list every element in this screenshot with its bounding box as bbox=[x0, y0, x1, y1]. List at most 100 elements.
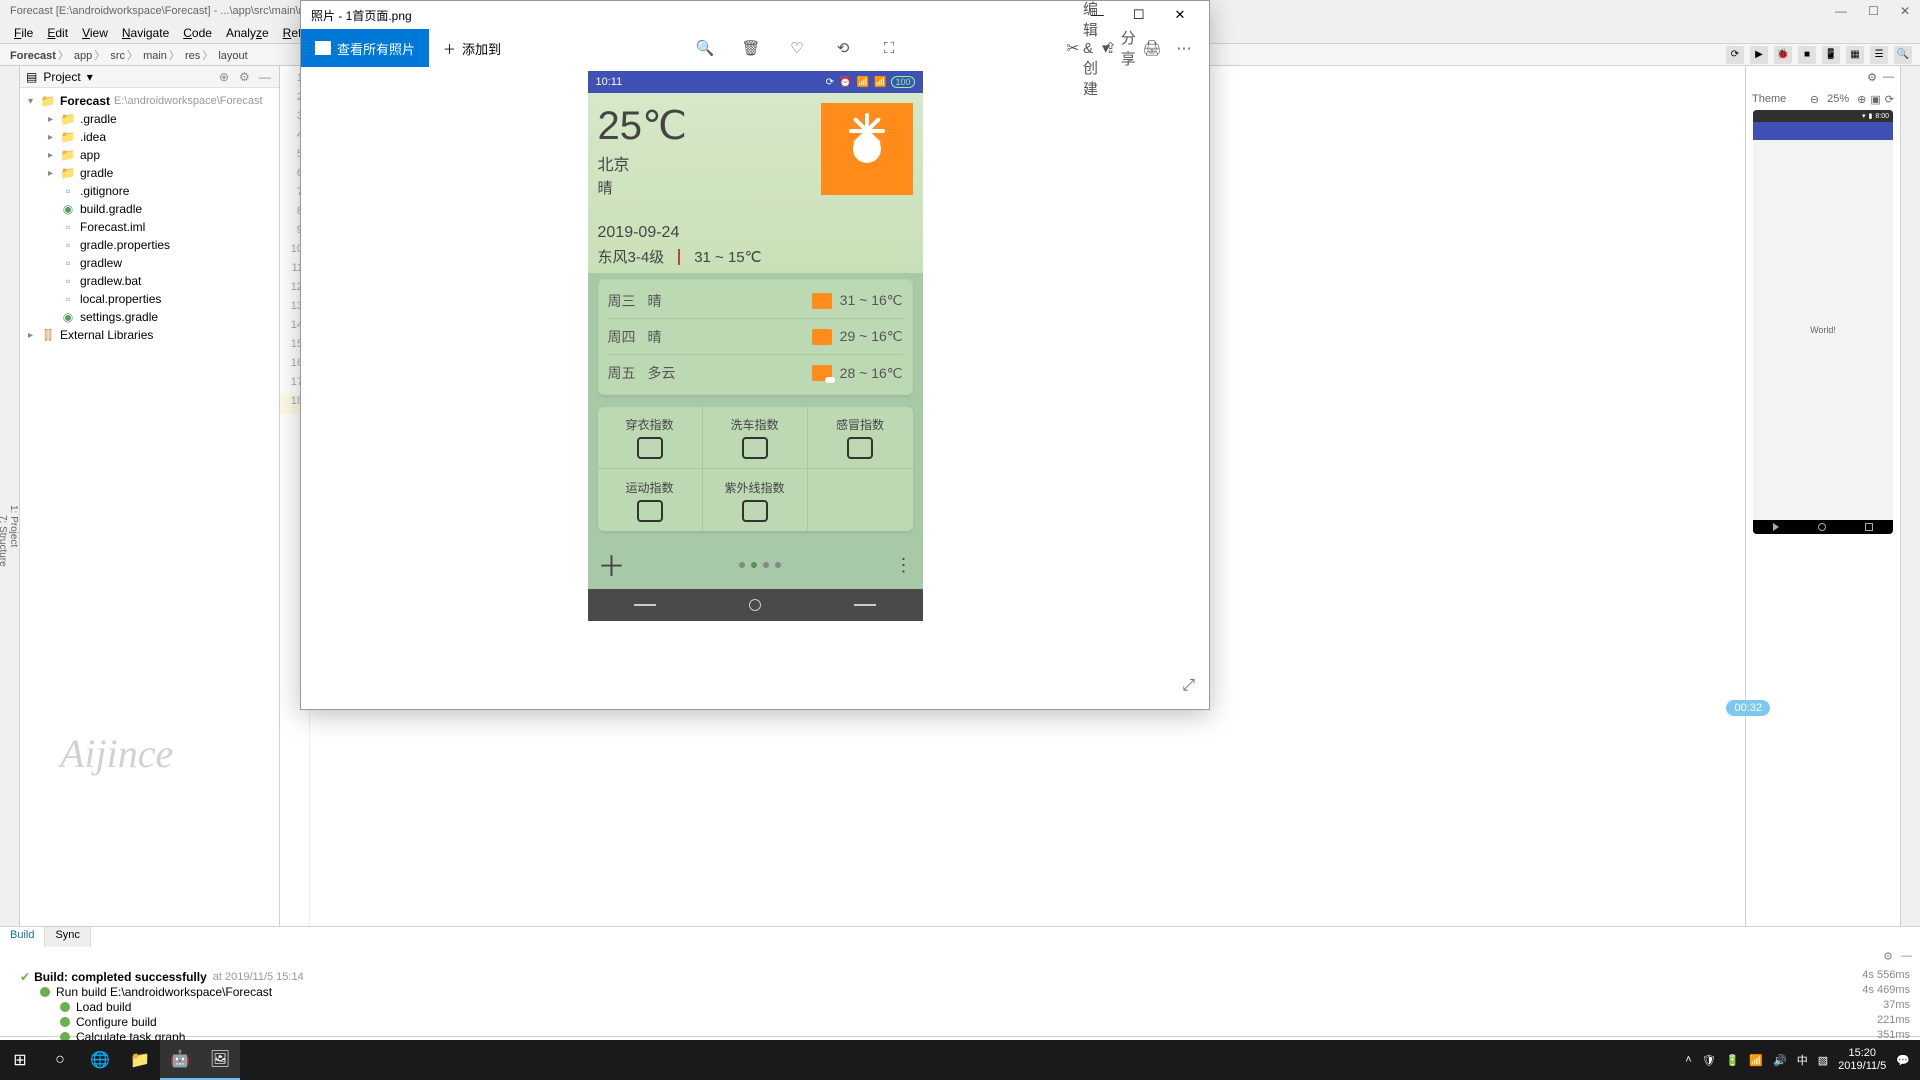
tree-item[interactable]: ▸📁app bbox=[20, 146, 279, 164]
ide-maximize[interactable]: ☐ bbox=[1868, 4, 1879, 18]
photo-titlebar[interactable]: 照片 - 1首页面.png — ☐ ✕ bbox=[301, 1, 1209, 29]
project-label[interactable]: Project bbox=[43, 70, 80, 84]
hide-icon[interactable]: — bbox=[259, 70, 273, 84]
zoom-out-icon[interactable]: ⊖ bbox=[1810, 93, 1819, 106]
search-icon[interactable]: 🔍 bbox=[1894, 46, 1912, 64]
add-to-button[interactable]: ＋添加到 bbox=[429, 29, 515, 67]
tree-item[interactable]: ◉build.gradle bbox=[20, 200, 279, 218]
recents-icon[interactable] bbox=[634, 604, 656, 606]
sdk-icon[interactable]: ▦ bbox=[1846, 46, 1864, 64]
indices-card: 穿衣指数洗车指数感冒指数运动指数紫外线指数 bbox=[598, 407, 913, 531]
rotate-icon[interactable]: ⟲ bbox=[834, 39, 852, 57]
zoom-fit-icon[interactable]: ▣ bbox=[1870, 93, 1880, 106]
tab-sync[interactable]: Sync bbox=[45, 927, 90, 947]
cortana-icon[interactable]: ○ bbox=[40, 1040, 80, 1080]
photo-close[interactable]: ✕ bbox=[1161, 1, 1199, 29]
menu-analyze[interactable]: Analyze bbox=[220, 24, 275, 42]
gear-icon[interactable]: ⚙ bbox=[1883, 950, 1893, 963]
gear-icon[interactable]: ⚙ bbox=[1867, 71, 1877, 84]
photos-icon[interactable]: 🖼 bbox=[200, 1040, 240, 1080]
refresh-icon[interactable]: ⟳ bbox=[1885, 93, 1894, 106]
ide-minimize[interactable]: — bbox=[1835, 4, 1847, 18]
tree-item[interactable]: ▫Forecast.iml bbox=[20, 218, 279, 236]
project-tab[interactable]: 1: Project bbox=[8, 126, 19, 926]
photo-canvas[interactable]: 10:11 ⟳⏰📶📶100 25℃ 北京 晴 bbox=[301, 67, 1209, 709]
tree-item[interactable]: ▫gradlew bbox=[20, 254, 279, 272]
menu-edit[interactable]: Edit bbox=[41, 24, 74, 42]
debug-icon[interactable]: 🐞 bbox=[1774, 46, 1792, 64]
structure-icon[interactable]: ☰ bbox=[1870, 46, 1888, 64]
ide-close[interactable]: ✕ bbox=[1900, 4, 1910, 18]
zoom-icon[interactable]: 🔍 bbox=[696, 39, 714, 57]
shield-icon[interactable]: 🛡 bbox=[1702, 1054, 1716, 1067]
crop-icon[interactable]: ⛶ bbox=[880, 39, 898, 57]
theme-label[interactable]: Theme bbox=[1752, 93, 1786, 105]
tree-item[interactable]: ▫gradle.properties bbox=[20, 236, 279, 254]
index-cell[interactable]: 紫外线指数 bbox=[703, 469, 808, 531]
tree-item[interactable]: ▫.gitignore bbox=[20, 182, 279, 200]
index-icon bbox=[742, 500, 768, 522]
phone-time: 10:11 bbox=[596, 76, 623, 88]
add-city-icon[interactable]: ＋ bbox=[598, 545, 626, 585]
nvidia-icon[interactable]: ▧ bbox=[1818, 1054, 1828, 1067]
edit-create-button[interactable]: ✂编辑 & 创建 ▾ bbox=[1079, 39, 1097, 57]
stop-icon[interactable]: ■ bbox=[1798, 46, 1816, 64]
wifi-icon[interactable]: 📶 bbox=[1749, 1054, 1763, 1067]
date-text: 2019-09-24 bbox=[598, 224, 913, 242]
structure-tab[interactable]: 7: Structure bbox=[0, 156, 8, 926]
run-icon[interactable]: ▶ bbox=[1750, 46, 1768, 64]
collapse-icon[interactable]: ⊕ bbox=[219, 70, 233, 84]
menu-code[interactable]: Code bbox=[177, 24, 218, 42]
tree-item[interactable]: ▸📁gradle bbox=[20, 164, 279, 182]
tree-root[interactable]: ▾📁 Forecast E:\androidworkspace\Forecast bbox=[20, 92, 279, 110]
browser-icon[interactable]: 🌐 bbox=[80, 1040, 120, 1080]
taskbar-clock[interactable]: 15:202019/11/5 bbox=[1838, 1047, 1886, 1073]
battery-icon[interactable]: 🔋 bbox=[1726, 1054, 1740, 1067]
back-icon[interactable] bbox=[854, 604, 876, 606]
index-cell[interactable]: 穿衣指数 bbox=[598, 407, 703, 469]
project-tree[interactable]: ▾📁 Forecast E:\androidworkspace\Forecast… bbox=[20, 88, 279, 926]
menu-file[interactable]: File bbox=[8, 24, 39, 42]
tree-item[interactable]: ▸📁.gradle bbox=[20, 110, 279, 128]
tab-build[interactable]: Build bbox=[0, 927, 45, 947]
fullscreen-icon[interactable]: ⤢ bbox=[1182, 677, 1195, 695]
ime-icon[interactable]: 中 bbox=[1797, 1052, 1808, 1068]
print-icon[interactable]: 🖨 bbox=[1143, 39, 1161, 57]
volume-icon[interactable]: 🔊 bbox=[1773, 1054, 1787, 1067]
zoom-in-icon[interactable]: ⊕ bbox=[1857, 93, 1866, 106]
ide-title-text: Forecast [E:\androidworkspace\Forecast] … bbox=[10, 5, 314, 17]
hide-icon[interactable]: — bbox=[1883, 71, 1894, 83]
index-cell[interactable]: 洗车指数 bbox=[703, 407, 808, 469]
heart-icon[interactable]: ♡ bbox=[788, 39, 806, 57]
share-button[interactable]: ⇪分享 bbox=[1111, 39, 1129, 57]
start-button[interactable]: ⊞ bbox=[0, 1040, 40, 1080]
notifications-icon[interactable]: 💬 bbox=[1896, 1054, 1910, 1067]
sync-icon[interactable]: ⟳ bbox=[1726, 46, 1744, 64]
avd-icon[interactable]: 📱 bbox=[1822, 46, 1840, 64]
index-cell[interactable]: 运动指数 bbox=[598, 469, 703, 531]
system-tray[interactable]: ˄ 🛡 🔋 📶 🔊 中 ▧ 15:202019/11/5 💬 bbox=[1685, 1047, 1920, 1073]
tree-item[interactable]: ▫gradlew.bat bbox=[20, 272, 279, 290]
tree-item[interactable]: ◉settings.gradle bbox=[20, 308, 279, 326]
left-toolstrip[interactable]: 1: Project 7: Structure bbox=[0, 66, 20, 926]
tree-ext-libs[interactable]: ▸⫿⫿ External Libraries bbox=[20, 326, 279, 344]
preview-body: World! bbox=[1753, 140, 1893, 520]
tree-item[interactable]: ▸📁.idea bbox=[20, 128, 279, 146]
breadcrumb[interactable]: Forecast〉 app〉 src〉 main〉 res〉 layout bbox=[6, 45, 252, 65]
hide-icon[interactable]: — bbox=[1901, 950, 1912, 962]
explorer-icon[interactable]: 📁 bbox=[120, 1040, 160, 1080]
gear-icon[interactable]: ⚙ bbox=[239, 70, 253, 84]
tree-item[interactable]: ▫local.properties bbox=[20, 290, 279, 308]
menu-view[interactable]: View bbox=[76, 24, 114, 42]
home-icon[interactable] bbox=[749, 599, 761, 611]
tray-up-icon[interactable]: ˄ bbox=[1685, 1054, 1691, 1066]
view-all-button[interactable]: 查看所有照片 bbox=[301, 29, 429, 67]
delete-icon[interactable]: 🗑 bbox=[742, 39, 760, 57]
menu-navigate[interactable]: Navigate bbox=[116, 24, 175, 42]
right-toolstrip[interactable] bbox=[1900, 66, 1920, 926]
index-cell[interactable]: 感冒指数 bbox=[808, 407, 913, 469]
more-icon[interactable]: ⋮ bbox=[895, 555, 913, 576]
photo-maximize[interactable]: ☐ bbox=[1120, 1, 1158, 29]
android-studio-icon[interactable]: 🤖 bbox=[160, 1040, 200, 1080]
more-icon[interactable]: ⋯ bbox=[1175, 39, 1193, 57]
